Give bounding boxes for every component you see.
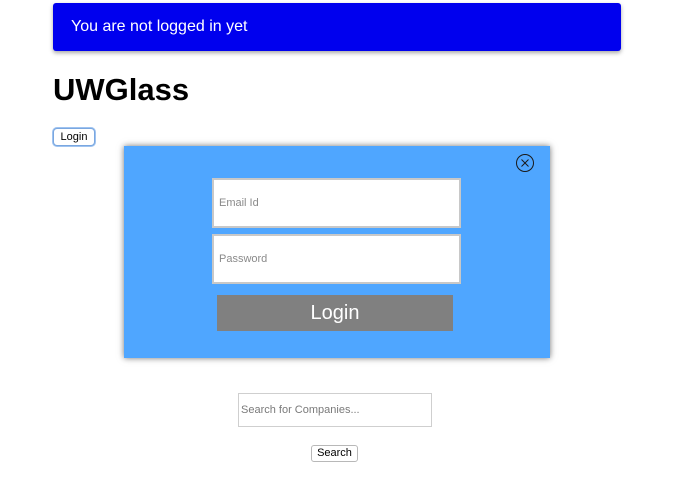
company-search-input[interactable] [238,393,432,427]
close-icon [521,159,529,167]
open-login-button[interactable]: Login [53,128,95,146]
page: You are not logged in yet UWGlass Login … [0,0,695,494]
search-button[interactable]: Search [311,445,358,462]
password-field[interactable] [212,234,461,284]
login-status-banner: You are not logged in yet [53,3,621,51]
email-field[interactable] [212,178,461,228]
page-title: UWGlass [53,72,190,107]
login-submit-button[interactable]: Login [217,295,453,331]
login-modal: Login [124,146,550,358]
banner-message: You are not logged in yet [71,18,248,35]
close-modal-button[interactable] [516,154,534,172]
